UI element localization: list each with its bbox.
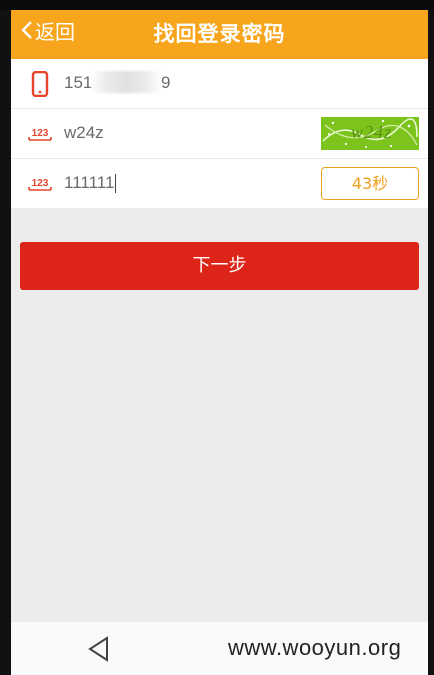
svg-text:123: 123 xyxy=(32,178,49,189)
header-bar: 返回 找回登录密码 xyxy=(11,10,428,59)
phone-row[interactable]: 151 9 xyxy=(11,59,428,109)
phone-icon xyxy=(31,71,49,97)
status-bar xyxy=(0,0,434,10)
resend-countdown-button[interactable]: 43秒 xyxy=(321,167,419,200)
next-step-button[interactable]: 下一步 xyxy=(20,242,419,290)
phone-number-redaction xyxy=(91,71,161,93)
phone-number-suffix: 9 xyxy=(161,73,171,92)
app-screen: 返回 找回登录密码 151 9 123 w24z w24z 123 111111… xyxy=(11,10,428,675)
text-caret xyxy=(115,174,117,194)
sms-code-row[interactable]: 123 111111 43秒 xyxy=(11,159,428,208)
svg-text:123: 123 xyxy=(32,128,49,139)
system-nav-bar: www.wooyun.org xyxy=(11,622,428,675)
reset-password-form: 151 9 123 w24z w24z 123 111111 43秒 xyxy=(11,59,428,208)
captcha-image[interactable]: w24z xyxy=(321,117,419,150)
device-frame-right xyxy=(428,0,434,675)
sms-code-input[interactable]: 111111 xyxy=(64,173,117,194)
captcha-image-text: w24z xyxy=(351,122,393,142)
sms-code-value: 111111 xyxy=(64,173,115,192)
number-123-icon: 123 xyxy=(28,178,52,191)
captcha-input[interactable]: w24z xyxy=(64,123,104,143)
captcha-row[interactable]: 123 w24z w24z xyxy=(11,109,428,159)
page-title: 找回登录密码 xyxy=(153,22,286,46)
triangle-back-icon[interactable] xyxy=(87,636,111,662)
phone-number-prefix: 151 xyxy=(64,73,93,92)
number-123-icon: 123 xyxy=(28,128,52,141)
watermark: www.wooyun.org xyxy=(228,635,402,660)
device-frame-left xyxy=(0,0,11,675)
